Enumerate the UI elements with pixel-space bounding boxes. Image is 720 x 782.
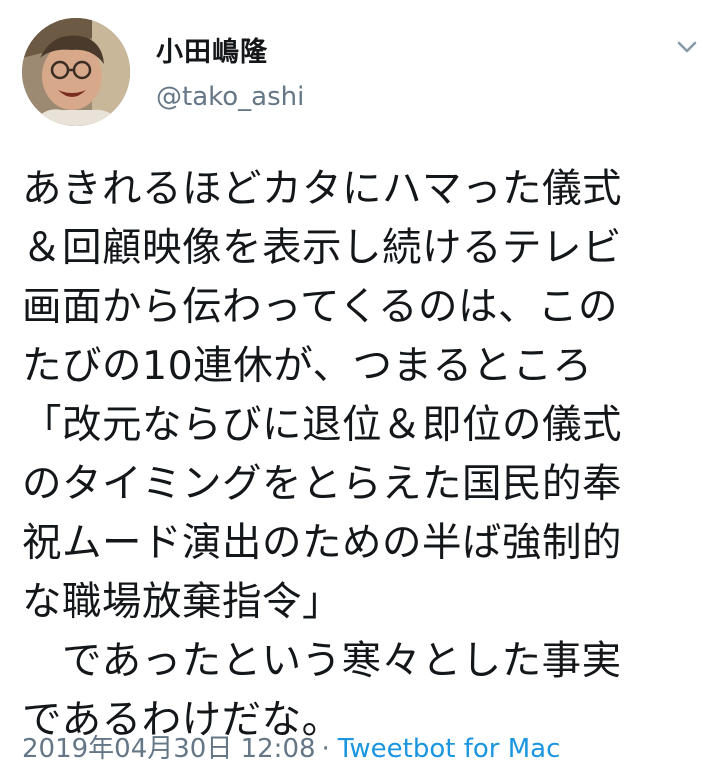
tweet-text-line: たびの10連休が、つまるところ (22, 343, 593, 389)
tweet-text-line: のタイミングをとらえた国民的奉 (22, 461, 622, 507)
user-handle[interactable]: @tako_ashi (156, 82, 304, 112)
tweet-text-line: あきれるほどカタにハマった儀式 (22, 166, 622, 212)
tweet-text-line: 画面から伝わってくるのは、この (22, 284, 619, 330)
display-name[interactable]: 小田嶋隆 (156, 30, 268, 69)
source-link[interactable]: Tweetbot for Mac (338, 734, 561, 764)
avatar[interactable] (22, 18, 130, 126)
tweet-text-line: 「改元ならびに退位＆即位の儀式 (22, 402, 622, 448)
tweet-text-line: 祝ムード演出のための半ば強制的 (22, 520, 622, 566)
tweet-meta: 2019年04月30日 12:08 · Tweetbot for Mac (22, 728, 560, 765)
meta-separator: · (321, 734, 330, 764)
timestamp[interactable]: 2019年04月30日 12:08 (22, 734, 316, 764)
tweet-text-line: ＆回顧映像を表示し続けるテレビ (22, 225, 622, 271)
tweet-text-line: であったという寒々とした事実 (22, 638, 622, 684)
tweet-card: 小田嶋隆 @tako_ashi あきれるほどカタにハマった儀式 ＆回顧映像を表示… (0, 0, 720, 782)
chevron-down-icon[interactable] (672, 32, 702, 62)
tweet-text: あきれるほどカタにハマった儀式 ＆回顧映像を表示し続けるテレビ 画面から伝わって… (22, 160, 712, 750)
avatar-photo (22, 18, 130, 126)
tweet-text-line: な職場放棄指令」 (22, 579, 342, 625)
